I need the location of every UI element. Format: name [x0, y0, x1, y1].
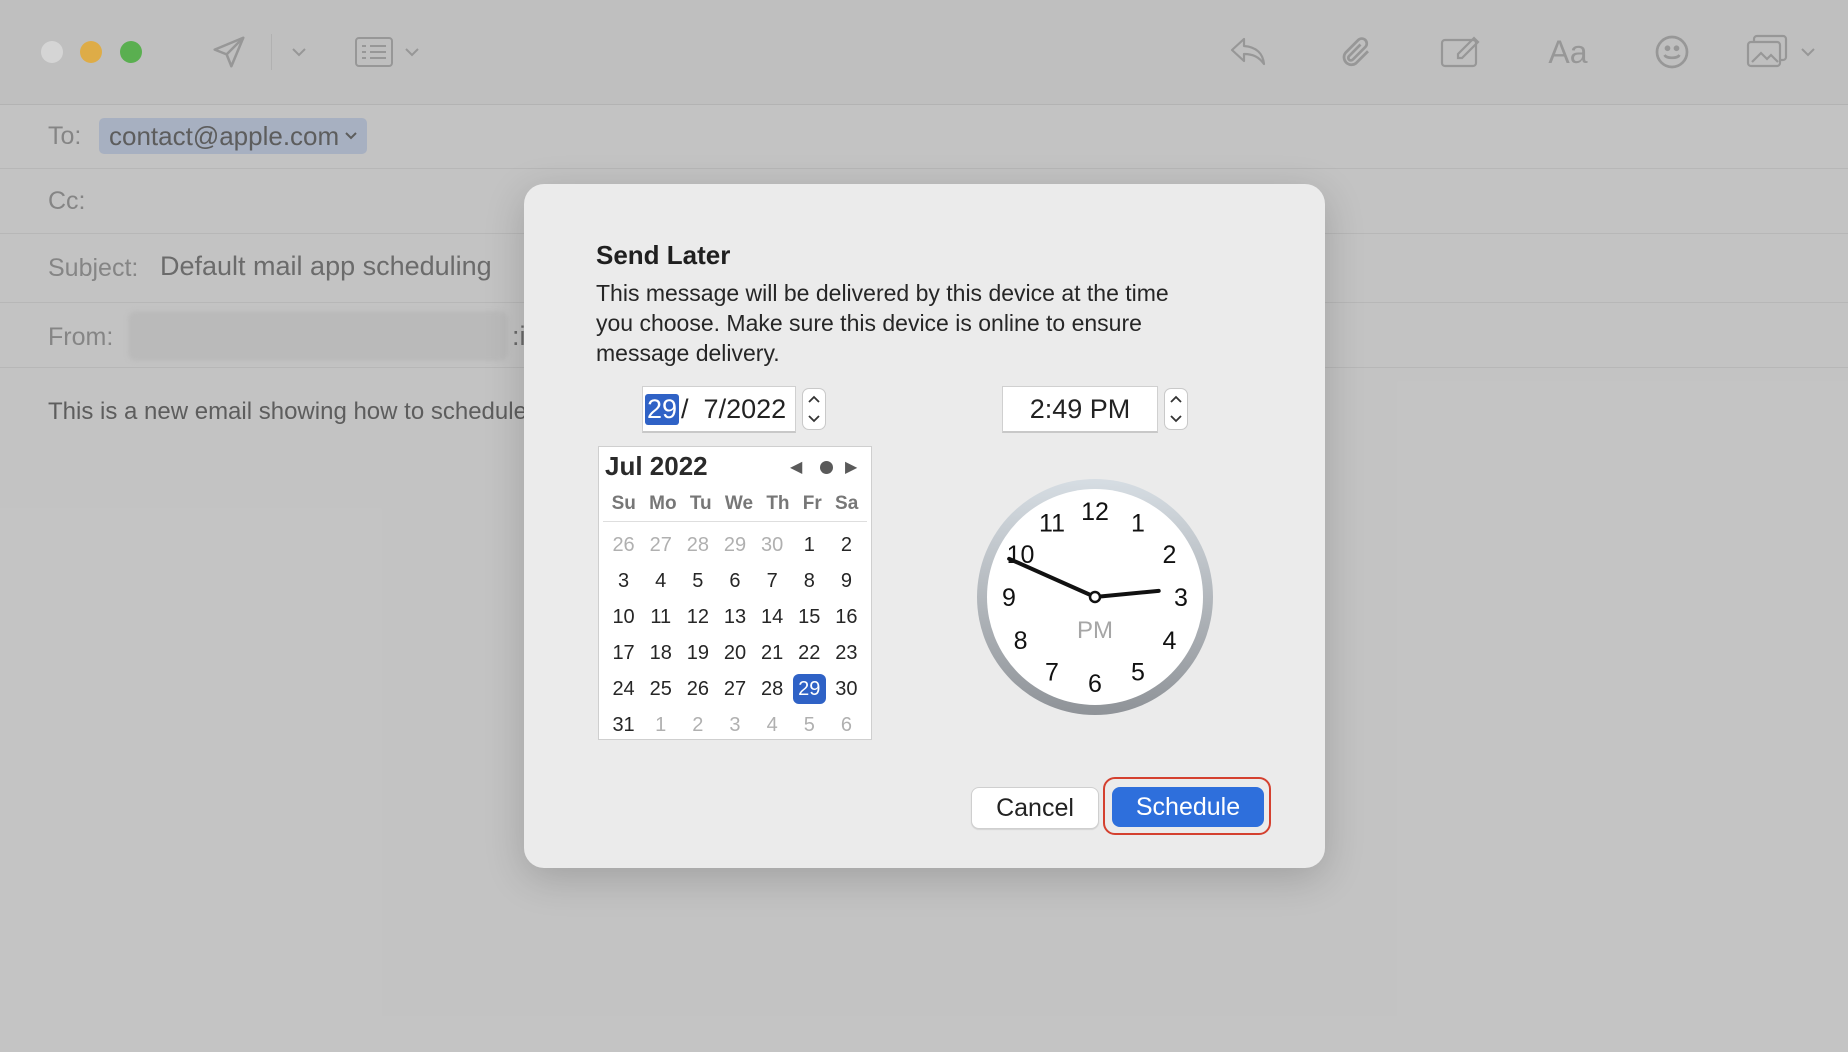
calendar-day[interactable]: 14 — [754, 599, 791, 635]
stepper-up-icon[interactable] — [1170, 395, 1182, 403]
calendar-day[interactable]: 6 — [716, 563, 753, 599]
stepper-down-icon[interactable] — [808, 415, 820, 423]
cancel-button[interactable]: Cancel — [971, 787, 1099, 829]
clock-number: 9 — [1002, 584, 1016, 612]
days-of-week-header: Su Mo Tu We Th Fr Sa — [599, 493, 871, 515]
dow-label: Su — [611, 493, 636, 514]
previous-month-icon[interactable]: ◀ — [790, 457, 802, 477]
calendar-day[interactable]: 4 — [754, 707, 791, 743]
clock-number: 6 — [1088, 670, 1102, 698]
clock-number: 11 — [1039, 510, 1065, 538]
calendar-day[interactable]: 18 — [642, 635, 679, 671]
calendar-day[interactable]: 28 — [754, 671, 791, 707]
dialog-description: This message will be delivered by this d… — [596, 280, 1169, 366]
clock-number: 4 — [1163, 627, 1177, 655]
calendar-month-title: Jul 2022 — [605, 451, 708, 481]
calendar-day[interactable]: 3 — [716, 707, 753, 743]
calendar-day[interactable]: 26 — [605, 527, 642, 563]
calendar-day[interactable]: 27 — [642, 527, 679, 563]
calendar-day[interactable]: 8 — [791, 563, 828, 599]
calendar-day[interactable]: 25 — [642, 671, 679, 707]
calendar-day[interactable]: 24 — [605, 671, 642, 707]
calendar-day[interactable]: 26 — [679, 671, 716, 707]
calendar-day[interactable]: 5 — [679, 563, 716, 599]
calendar-picker: Jul 2022 ◀ ▶ Su Mo Tu We Th Fr Sa 26 27 28… — [598, 446, 872, 740]
calendar-day[interactable]: 7 — [754, 563, 791, 599]
calendar-day[interactable]: 28 — [679, 527, 716, 563]
dow-label: Th — [766, 493, 790, 514]
clock-number: 1 — [1131, 510, 1145, 538]
schedule-button[interactable]: Schedule — [1112, 787, 1264, 827]
dow-label: Fr — [802, 493, 822, 514]
clock-number: 8 — [1014, 627, 1028, 655]
calendar-day[interactable]: 5 — [791, 707, 828, 743]
calendar-day[interactable]: 27 — [716, 671, 753, 707]
calendar-day[interactable]: 11 — [642, 599, 679, 635]
today-dot-icon[interactable] — [820, 461, 833, 474]
date-month-year-segment[interactable]: / 7/2022 — [681, 394, 786, 425]
calendar-day[interactable]: 2 — [679, 707, 716, 743]
calendar-day[interactable]: 16 — [828, 599, 865, 635]
calendar-day[interactable]: 6 — [828, 707, 865, 743]
stepper-up-icon[interactable] — [808, 395, 820, 403]
time-field[interactable]: 2:49 PM — [1002, 386, 1158, 433]
analog-clock[interactable]: 12 1234567891011 PM — [976, 478, 1214, 716]
calendar-day[interactable]: 9 — [828, 563, 865, 599]
calendar-day[interactable]: 31 — [605, 707, 642, 743]
calendar-day[interactable]: 12 — [679, 599, 716, 635]
calendar-day[interactable]: 23 — [828, 635, 865, 671]
dow-label: Tu — [689, 493, 712, 514]
calendar-day[interactable]: 15 — [791, 599, 828, 635]
stepper-down-icon[interactable] — [1170, 415, 1182, 423]
calendar-day[interactable]: 4 — [642, 563, 679, 599]
calendar-day[interactable]: 13 — [716, 599, 753, 635]
dow-label: Mo — [649, 493, 677, 514]
calendar-divider — [603, 521, 867, 522]
date-stepper[interactable] — [802, 388, 826, 430]
calendar-day[interactable]: 30 — [754, 527, 791, 563]
clock-number: 5 — [1131, 658, 1145, 686]
clock-number: 7 — [1045, 658, 1059, 686]
calendar-day[interactable]: 29 — [792, 674, 826, 704]
calendar-day[interactable]: 22 — [791, 635, 828, 671]
dow-label: Sa — [835, 493, 859, 514]
calendar-day[interactable]: 29 — [716, 527, 753, 563]
calendar-day[interactable]: 2 — [828, 527, 865, 563]
send-later-dialog: Send Later This message will be delivere… — [524, 184, 1325, 868]
calendar-day[interactable]: 17 — [605, 635, 642, 671]
dow-label: We — [724, 493, 754, 514]
calendar-day[interactable]: 10 — [605, 599, 642, 635]
calendar-day[interactable]: 19 — [679, 635, 716, 671]
calendar-day-grid: 26 27 28 29 30 1 2 3 4 5 6 7 8 9 10 11 12 13 14 15 16 17 18 19 2… — [605, 527, 865, 743]
clock-number: 3 — [1174, 584, 1188, 612]
next-month-icon[interactable]: ▶ — [845, 457, 857, 477]
date-field[interactable]: 29 / 7/2022 — [642, 386, 796, 433]
clock-number: 12 — [1081, 498, 1109, 526]
date-day-segment[interactable]: 29 — [645, 393, 680, 425]
clock-period: PM — [1077, 617, 1113, 644]
calendar-day[interactable]: 30 — [828, 671, 865, 707]
dialog-title: Send Later — [596, 240, 731, 270]
calendar-day[interactable]: 1 — [642, 707, 679, 743]
calendar-day[interactable]: 21 — [754, 635, 791, 671]
calendar-day[interactable]: 20 — [716, 635, 753, 671]
time-stepper[interactable] — [1164, 388, 1188, 430]
calendar-day[interactable]: 3 — [605, 563, 642, 599]
clock-center-pin — [1088, 590, 1102, 604]
clock-number: 2 — [1163, 541, 1177, 569]
calendar-day[interactable]: 1 — [791, 527, 828, 563]
